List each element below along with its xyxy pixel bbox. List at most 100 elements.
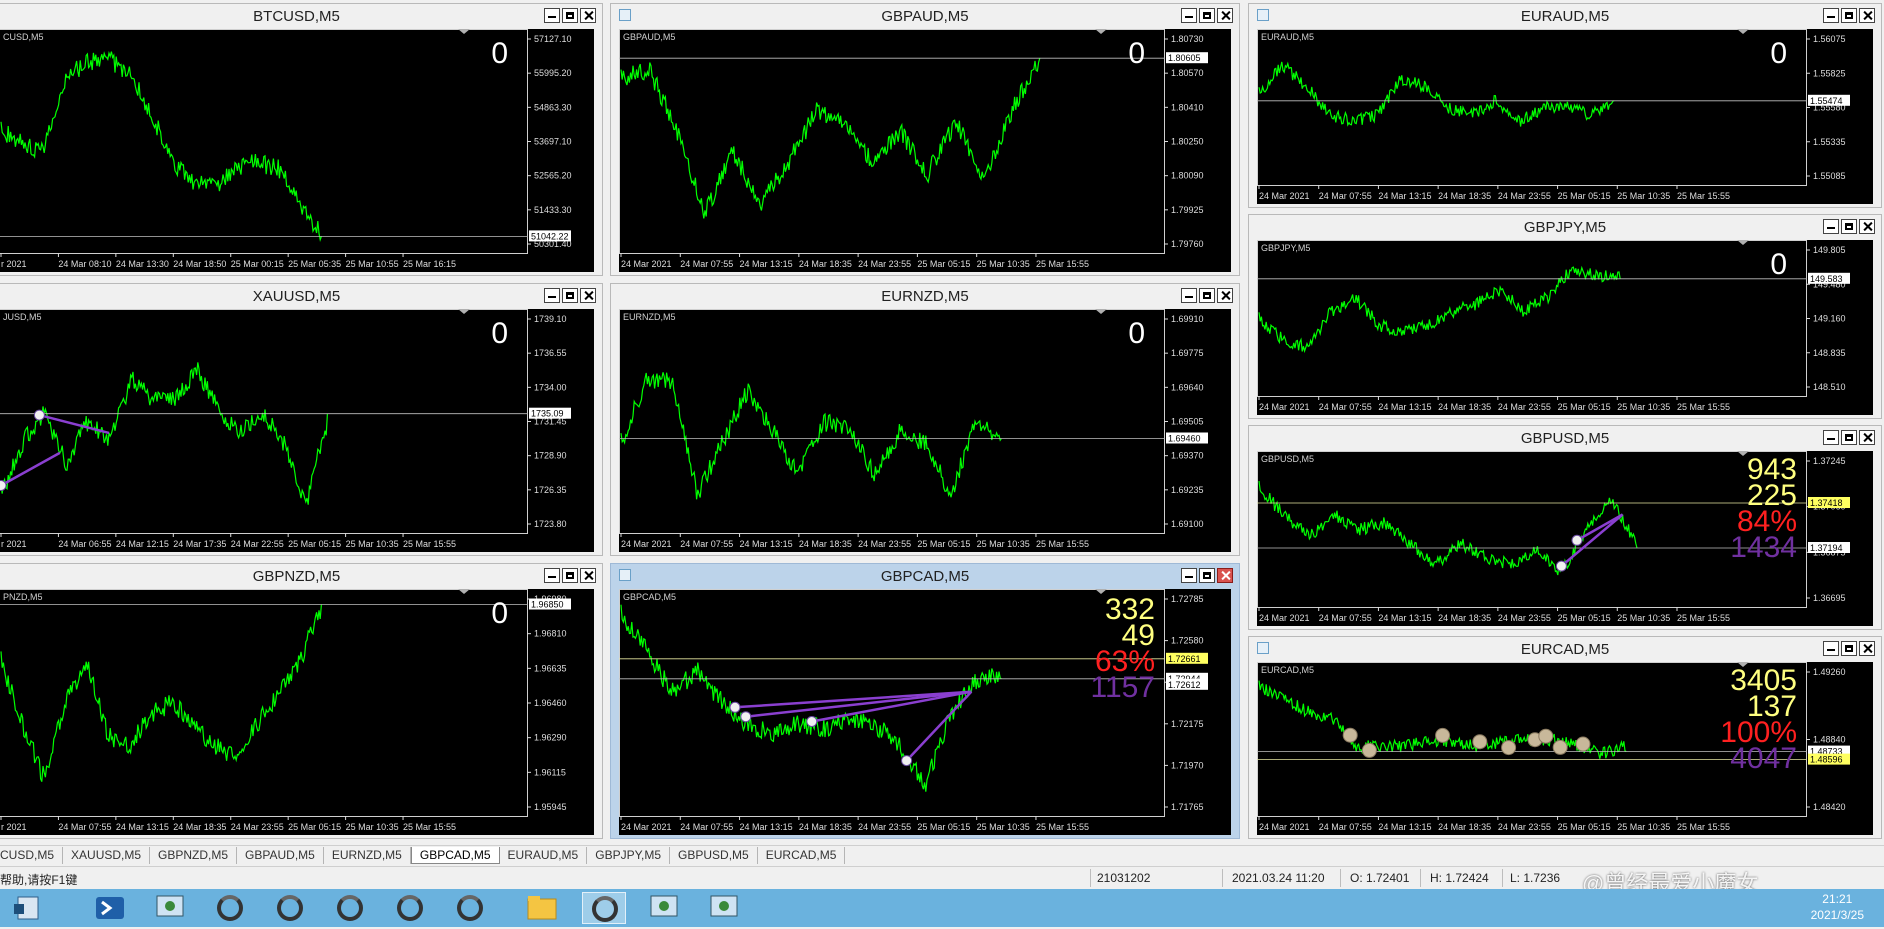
maximize-button[interactable]	[562, 8, 578, 23]
terminal-app-icon[interactable]	[448, 892, 492, 924]
chart-tab[interactable]: GBPAUD,M5	[237, 847, 324, 864]
window-titlebar[interactable]: EURAUD,M5	[1249, 4, 1881, 26]
chart-window-gbpnzd[interactable]: GBPNZD,M5 PNZD,M51.969801.968101.966351.…	[0, 563, 603, 839]
close-button[interactable]	[1859, 430, 1875, 445]
chart-tab[interactable]: GBPNZD,M5	[150, 847, 238, 864]
price-chart[interactable]: GBPAUD,M5 1.80730 1.80570 1.80410 1.80250 1.8…	[619, 29, 1231, 272]
minimize-button[interactable]	[544, 568, 560, 583]
maximize-button[interactable]	[1199, 8, 1215, 23]
system-clock[interactable]: 21:21 2021/3/25	[1811, 891, 1864, 923]
close-button[interactable]	[1217, 568, 1233, 583]
time-label: 24 Mar 2021	[621, 539, 672, 549]
maximize-button[interactable]	[1841, 219, 1857, 234]
maximize-button[interactable]	[1199, 288, 1215, 303]
start-icon[interactable]	[4, 892, 48, 924]
time-label: 25 Mar 10:35	[1617, 402, 1670, 412]
chart-window-euraud[interactable]: EURAUD,M5 EURAUD,M5 1.56075 1.55825 1.55580…	[1248, 3, 1882, 208]
window-titlebar[interactable]: GBPUSD,M5	[1249, 426, 1881, 448]
chart-window-gbpaud[interactable]: GBPAUD,M5 GBPAUD,M5 1.80730 1.80570 1.80410…	[610, 3, 1240, 276]
price-chart[interactable]: EURNZD,M5 1.69910 1.69775 1.69640 1.69505 1.6…	[619, 309, 1231, 552]
time-label: 25 Mar 15:55	[403, 822, 456, 832]
minimize-button[interactable]	[1181, 8, 1197, 23]
symbol-label: EURAUD,M5	[1261, 32, 1314, 42]
chart-window-gbpcad[interactable]: GBPCAD,M5 GBPCAD,M51.727851.725801.72375…	[610, 563, 1240, 839]
close-button[interactable]	[580, 568, 596, 583]
terminal-app-icon[interactable]	[208, 892, 252, 924]
close-button[interactable]	[1217, 8, 1233, 23]
close-button[interactable]	[1859, 8, 1875, 23]
file-explorer-icon[interactable]	[520, 892, 564, 924]
price-chart[interactable]: CUSD,M5 57127.10 55995.20 54863.30 53697.10 5…	[0, 29, 594, 272]
price-chart[interactable]: GBPCAD,M51.727851.725801.723751.721751.7…	[619, 589, 1231, 835]
window-titlebar[interactable]: EURCAD,M5	[1249, 637, 1881, 659]
terminal-app-icon[interactable]	[268, 892, 312, 924]
chart-tab[interactable]: EURCAD,M5	[758, 847, 846, 864]
maximize-button[interactable]	[562, 568, 578, 583]
price-label: 55995.20	[534, 68, 572, 78]
close-button[interactable]	[1859, 641, 1875, 656]
price-chart[interactable]: EURCAD,M5 1.49260 1.48840 1.48420 24 Mar 202…	[1257, 662, 1873, 835]
window-titlebar[interactable]: BTCUSD,M5	[0, 4, 602, 26]
chart-window-eurcad[interactable]: EURCAD,M5 EURCAD,M5 1.49260 1.48840 1.48420…	[1248, 636, 1882, 839]
minimize-button[interactable]	[1181, 568, 1197, 583]
plot-frame	[1257, 29, 1807, 186]
price-chart[interactable]: GBPJPY,M5 149.805 149.480 149.160 148.835 148…	[1257, 240, 1873, 415]
chart-window-gbpusd[interactable]: GBPUSD,M5 GBPUSD,M51.372451.370601.36875…	[1248, 425, 1882, 630]
close-button[interactable]	[580, 288, 596, 303]
chart-tab[interactable]: XAUUSD,M5	[63, 847, 151, 864]
close-button[interactable]	[1217, 288, 1233, 303]
chart-tab[interactable]: EURAUD,M5	[500, 847, 588, 864]
minimize-button[interactable]	[544, 8, 560, 23]
minimize-button[interactable]	[1823, 8, 1839, 23]
chart-tab[interactable]: CUSD,M5	[0, 847, 64, 864]
price-chart[interactable]: GBPUSD,M51.372451.370601.368751.3669524 …	[1257, 451, 1873, 626]
price-chart[interactable]: JUSD,M5 1739.10 1736.55 1734.00 1731.45 1728.…	[0, 309, 594, 552]
remote-desktop-icon[interactable]	[642, 892, 686, 924]
price-chart[interactable]: EURAUD,M5 1.56075 1.55825 1.55580 1.55335 1.5…	[1257, 29, 1873, 204]
powershell-icon[interactable]	[88, 892, 132, 924]
maximize-button[interactable]	[1841, 8, 1857, 23]
terminal-app-icon[interactable]	[328, 892, 372, 924]
chart-tab[interactable]: GBPJPY,M5	[587, 847, 671, 864]
chart-window-eurnzd[interactable]: EURNZD,M5 EURNZD,M5 1.69910 1.69775 1.69640…	[610, 283, 1240, 556]
window-titlebar[interactable]: XAUUSD,M5	[0, 284, 602, 306]
price-series	[1258, 680, 1627, 759]
price-chart[interactable]: PNZD,M51.969801.968101.966351.964601.962…	[0, 589, 594, 835]
maximize-button[interactable]	[562, 288, 578, 303]
window-titlebar[interactable]: GBPAUD,M5	[611, 4, 1239, 26]
bid-price-tag: 1.80605	[1166, 52, 1208, 64]
maximize-button[interactable]	[1841, 430, 1857, 445]
chart-window-btcusd[interactable]: BTCUSD,M5 CUSD,M5 57127.10 55995.20 54863.3…	[0, 3, 603, 276]
close-button[interactable]	[1859, 219, 1875, 234]
maximize-button[interactable]	[1841, 641, 1857, 656]
remote-desktop-icon[interactable]	[148, 892, 192, 924]
minimize-button[interactable]	[544, 288, 560, 303]
minimize-button[interactable]	[1181, 288, 1197, 303]
chart-svg: GBPAUD,M5 1.80730 1.80570 1.80410 1.80250 1.8…	[619, 29, 1208, 269]
terminal-app-icon-active[interactable]	[582, 892, 626, 924]
remote-desktop-icon[interactable]	[702, 892, 746, 924]
time-label: 25 Mar 05:15	[1558, 191, 1611, 201]
window-titlebar[interactable]: EURNZD,M5	[611, 284, 1239, 306]
minimize-button[interactable]	[1823, 430, 1839, 445]
symbol-label: GBPAUD,M5	[623, 32, 675, 42]
time-label: 25 Mar 05:15	[288, 539, 341, 549]
window-titlebar[interactable]: GBPCAD,M5	[611, 564, 1239, 586]
window-titlebar[interactable]: GBPJPY,M5	[1249, 215, 1881, 237]
status-open: O: 1.72401	[1350, 871, 1410, 885]
chart-window-xauusd[interactable]: XAUUSD,M5 JUSD,M5 1739.10 1736.55 1734.00 17…	[0, 283, 603, 556]
chart-tab[interactable]: GBPUSD,M5	[670, 847, 758, 864]
chart-svg: EURCAD,M5 1.49260 1.48840 1.48420 24 Mar 202…	[1257, 662, 1850, 832]
shift-marker	[1737, 240, 1749, 245]
chart-tab[interactable]: GBPCAD,M5	[410, 847, 500, 864]
time-label: 24 Mar 13:15	[740, 822, 793, 832]
minimize-button[interactable]	[1823, 641, 1839, 656]
minimize-button[interactable]	[1823, 219, 1839, 234]
terminal-app-icon[interactable]	[388, 892, 432, 924]
price-label: 1.36695	[1813, 593, 1846, 603]
window-titlebar[interactable]: GBPNZD,M5	[0, 564, 602, 586]
maximize-button[interactable]	[1199, 568, 1215, 583]
chart-window-gbpjpy[interactable]: GBPJPY,M5 GBPJPY,M5 149.805 149.480 149.160…	[1248, 214, 1882, 419]
chart-tab[interactable]: EURNZD,M5	[324, 847, 411, 864]
close-button[interactable]	[580, 8, 596, 23]
